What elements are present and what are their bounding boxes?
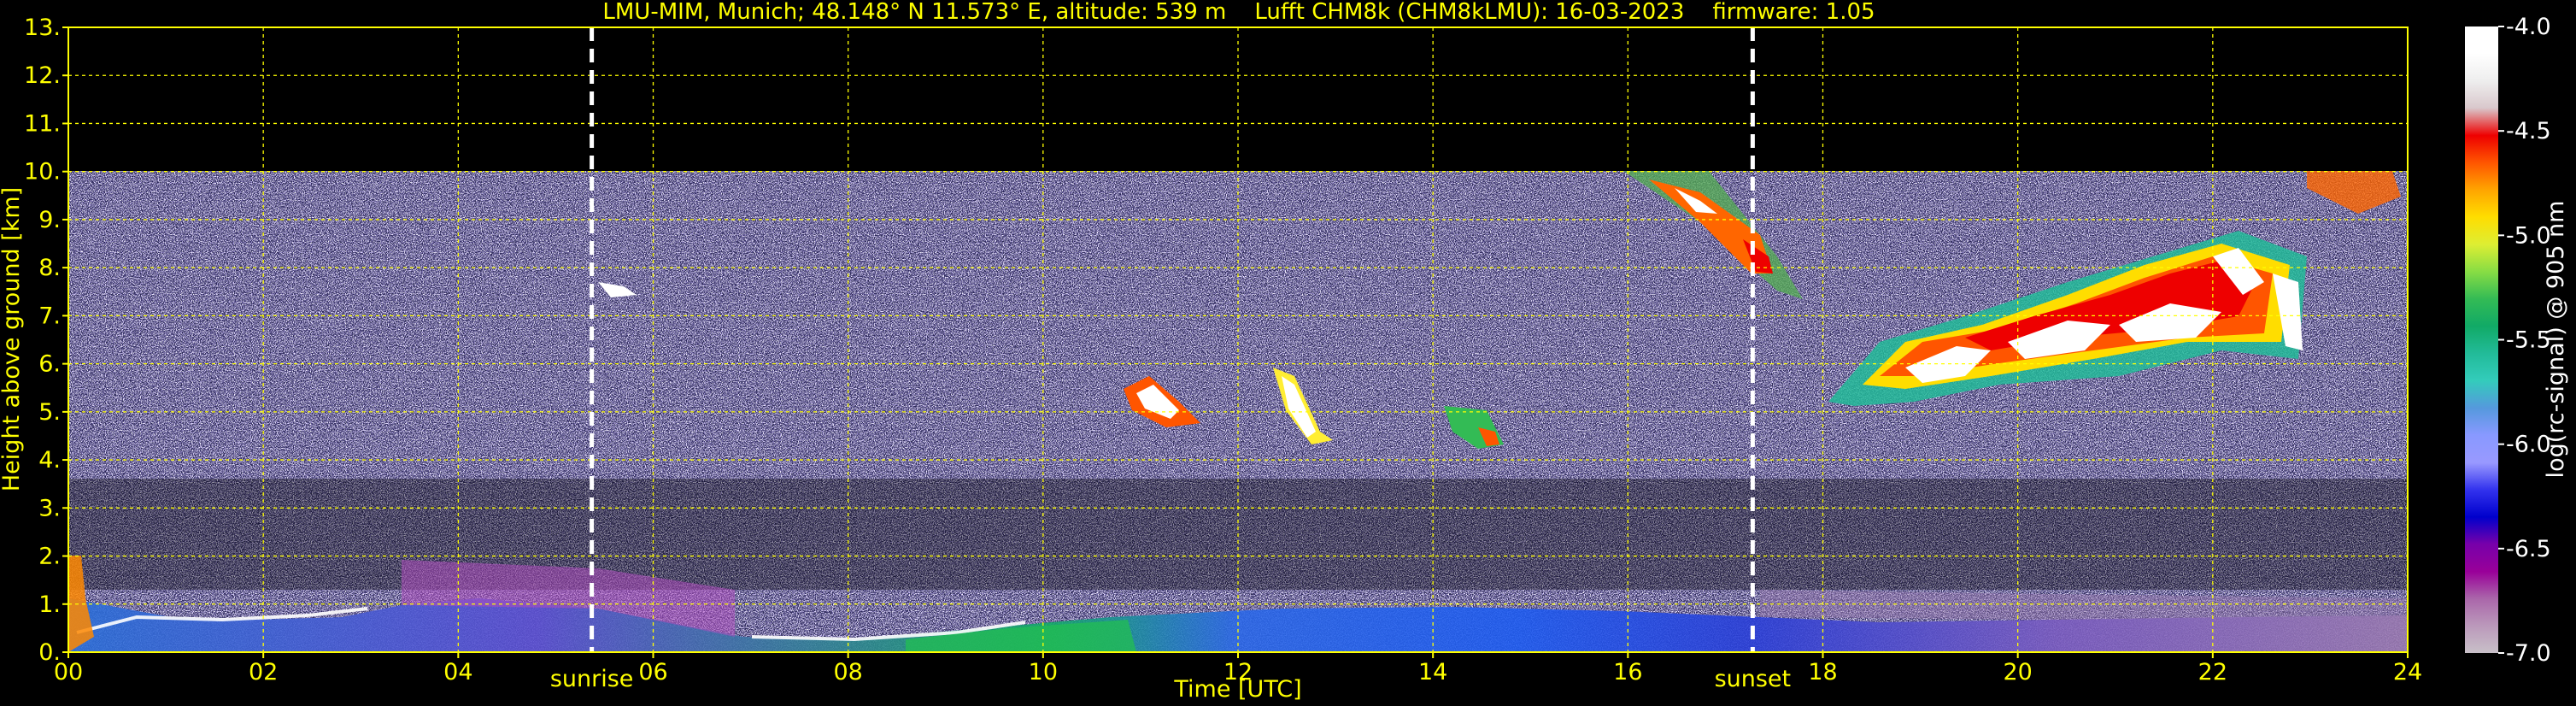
x-tick-label: 16 <box>1613 659 1642 685</box>
x-tick-label: 22 <box>2198 659 2227 685</box>
x-tick-label: 18 <box>1808 659 1837 685</box>
y-tick-label: 11. <box>24 110 61 137</box>
y-axis: 0. 1. 2. 3. 4. 5. 6. 7. 8. 9. 10. 11. 12. 13. <box>24 15 68 666</box>
y-tick-label: 4. <box>38 447 61 474</box>
colorbar-gradient <box>2465 26 2498 653</box>
chart-title: LMU-MIM, Munich; 48.148° N 11.573° E, al… <box>602 0 1875 25</box>
colorbar-tick-label: -7.0 <box>2506 640 2551 667</box>
y-tick-label: 12. <box>24 62 61 89</box>
y-tick-label: 7. <box>38 303 61 329</box>
y-tick-label: 10. <box>24 159 61 185</box>
y-tick-label: 5. <box>38 399 61 426</box>
colorbar-tick-label: -6.5 <box>2506 536 2551 562</box>
y-axis-label: Height above ground [km] <box>0 187 25 491</box>
y-tick-label: 0. <box>38 639 61 666</box>
y-tick-label: 2. <box>38 544 61 570</box>
y-tick-label: 9. <box>38 207 61 233</box>
x-tick-label: 24 <box>2393 659 2422 685</box>
colorbar-tick-label: -4.5 <box>2506 118 2551 144</box>
x-tick-label: 04 <box>443 659 472 685</box>
y-tick-label: 13. <box>24 15 61 41</box>
event-marker-label: sunrise <box>550 666 634 692</box>
y-tick-label: 8. <box>38 255 61 281</box>
y-tick-label: 3. <box>38 495 61 521</box>
event-marker-label: sunset <box>1715 666 1792 692</box>
colorbar: -4.0-4.5-5.0-5.5-6.0-6.5-7.0 log(rc-sign… <box>2465 14 2569 667</box>
x-tick-label: 08 <box>833 659 862 685</box>
colorbar-label: log(rc-signal) @ 905 nm <box>2543 201 2569 479</box>
x-tick-label: 10 <box>1029 659 1058 685</box>
x-axis-label: Time [UTC] <box>1173 676 1301 703</box>
colorbar-tick-label: -4.0 <box>2506 14 2551 40</box>
x-tick-label: 20 <box>2003 659 2032 685</box>
x-tick-label: 02 <box>249 659 278 685</box>
y-tick-label: 6. <box>38 351 61 378</box>
x-tick-label: 06 <box>638 659 667 685</box>
y-tick-label: 1. <box>38 591 61 618</box>
plot-area <box>68 27 2408 652</box>
ceilometer-figure: sunrise sunset 00 02 04 06 08 10 12 14 16 18 20 22 24… <box>0 0 2569 703</box>
x-tick-label: 14 <box>1418 659 1447 685</box>
